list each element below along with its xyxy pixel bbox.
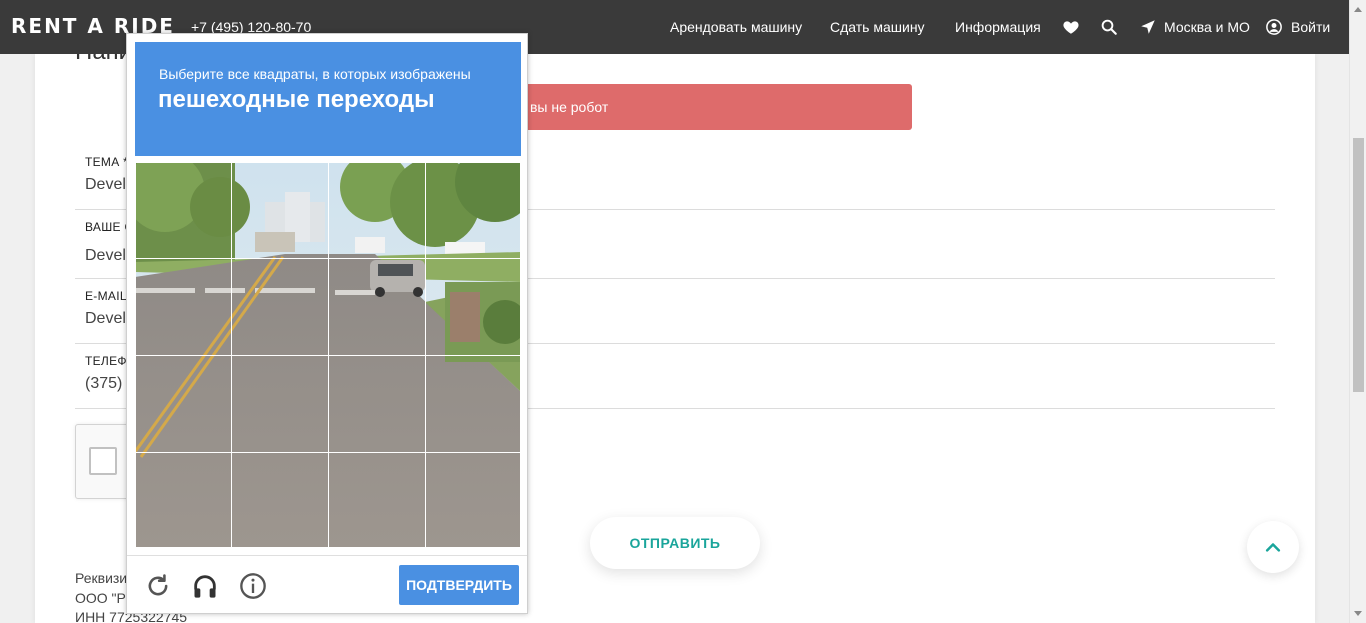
captcha-tile[interactable] [425,355,521,453]
subject-input[interactable]: Devel [85,176,126,194]
location-arrow-icon[interactable] [1139,18,1157,36]
captcha-instruction: Выберите все квадраты, в которых изображ… [159,66,471,82]
captcha-keyword: пешеходные переходы [158,86,435,113]
captcha-tile[interactable] [231,258,329,356]
page-scrollbar[interactable] [1349,0,1366,623]
submit-button[interactable]: ОТПРАВИТЬ [590,517,760,569]
nav-info[interactable]: Информация [955,19,1041,35]
recaptcha-checkbox[interactable] [89,447,117,475]
heart-icon[interactable] [1062,18,1080,36]
captcha-header: Выберите все квадраты, в которых изображ… [135,42,521,156]
captcha-tile[interactable] [231,162,329,259]
scroll-to-top-button[interactable] [1247,521,1299,573]
footer-company: ООО "Р [75,590,126,606]
reload-icon[interactable] [144,572,172,600]
captcha-tile[interactable] [135,452,232,548]
info-icon[interactable] [239,572,267,600]
field-label-subject: ТЕМА * [85,155,129,169]
captcha-tile[interactable] [135,162,232,259]
captcha-tile[interactable] [425,162,521,259]
headphones-icon[interactable] [191,572,219,600]
search-icon[interactable] [1100,18,1118,36]
phone-input[interactable]: (375) [85,375,122,393]
nav-login[interactable]: Войти [1291,19,1330,35]
captcha-tile[interactable] [328,258,426,356]
scroll-up-arrow-icon[interactable] [1354,7,1362,12]
name-input[interactable]: Devel [85,247,126,265]
chevron-up-icon [1265,543,1281,552]
captcha-tile[interactable] [231,355,329,453]
captcha-tile[interactable] [231,452,329,548]
scroll-thumb[interactable] [1353,138,1364,392]
captcha-tile[interactable] [135,258,232,356]
captcha-tile[interactable] [425,452,521,548]
captcha-tile[interactable] [135,355,232,453]
verify-button[interactable]: ПОДТВЕРДИТЬ [399,565,519,605]
captcha-tile[interactable] [328,452,426,548]
user-circle-icon[interactable] [1265,18,1283,36]
nav-city[interactable]: Москва и МО [1164,19,1250,35]
field-label-email: E-MAIL [85,289,127,303]
nav-rent-car[interactable]: Арендовать машину [670,19,802,35]
footer-requisites: Реквизи [75,570,128,586]
captcha-divider [127,555,527,556]
email-input[interactable]: Devel [85,310,126,328]
captcha-tile[interactable] [328,162,426,259]
captcha-tile[interactable] [425,258,521,356]
captcha-popup: Выберите все квадраты, в которых изображ… [126,33,528,614]
captcha-tile[interactable] [328,355,426,453]
captcha-image-grid [135,162,521,548]
nav-list-car[interactable]: Сдать машину [830,19,925,35]
scroll-down-arrow-icon[interactable] [1354,611,1362,616]
